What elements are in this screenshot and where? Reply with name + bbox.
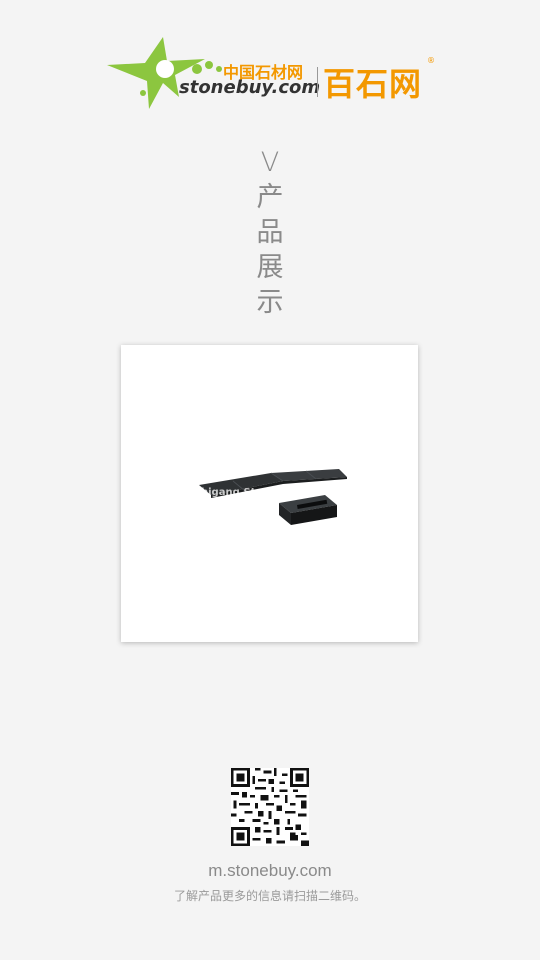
title-char: V	[260, 147, 280, 178]
logo-domain: stonebuy.com	[179, 77, 321, 98]
splash-star-icon	[107, 37, 222, 109]
logo-divider	[317, 67, 318, 97]
logo-brand: 百石网	[323, 65, 423, 103]
site-logo[interactable]: 中国石材网 stonebuy.com 百石网 ®	[105, 35, 440, 113]
stone-slab-product-image: higang.Stonebuy	[199, 469, 347, 525]
watermark-text: higang.Stonebuy	[201, 487, 298, 498]
title-char: 展	[256, 252, 284, 283]
registered-mark: ®	[427, 56, 435, 65]
product-image-card[interactable]: higang.Stonebuy	[121, 345, 418, 642]
title-char: 产	[256, 182, 284, 213]
qr-code-icon	[231, 768, 309, 846]
title-char: 示	[256, 287, 284, 318]
scan-qr-hint: 了解产品更多的信息请扫描二维码。	[173, 889, 366, 903]
mobile-site-url[interactable]: m.stonebuy.com	[0, 861, 540, 881]
title-char: 品	[256, 217, 284, 248]
section-title: V 产 品 展 示	[250, 145, 290, 320]
